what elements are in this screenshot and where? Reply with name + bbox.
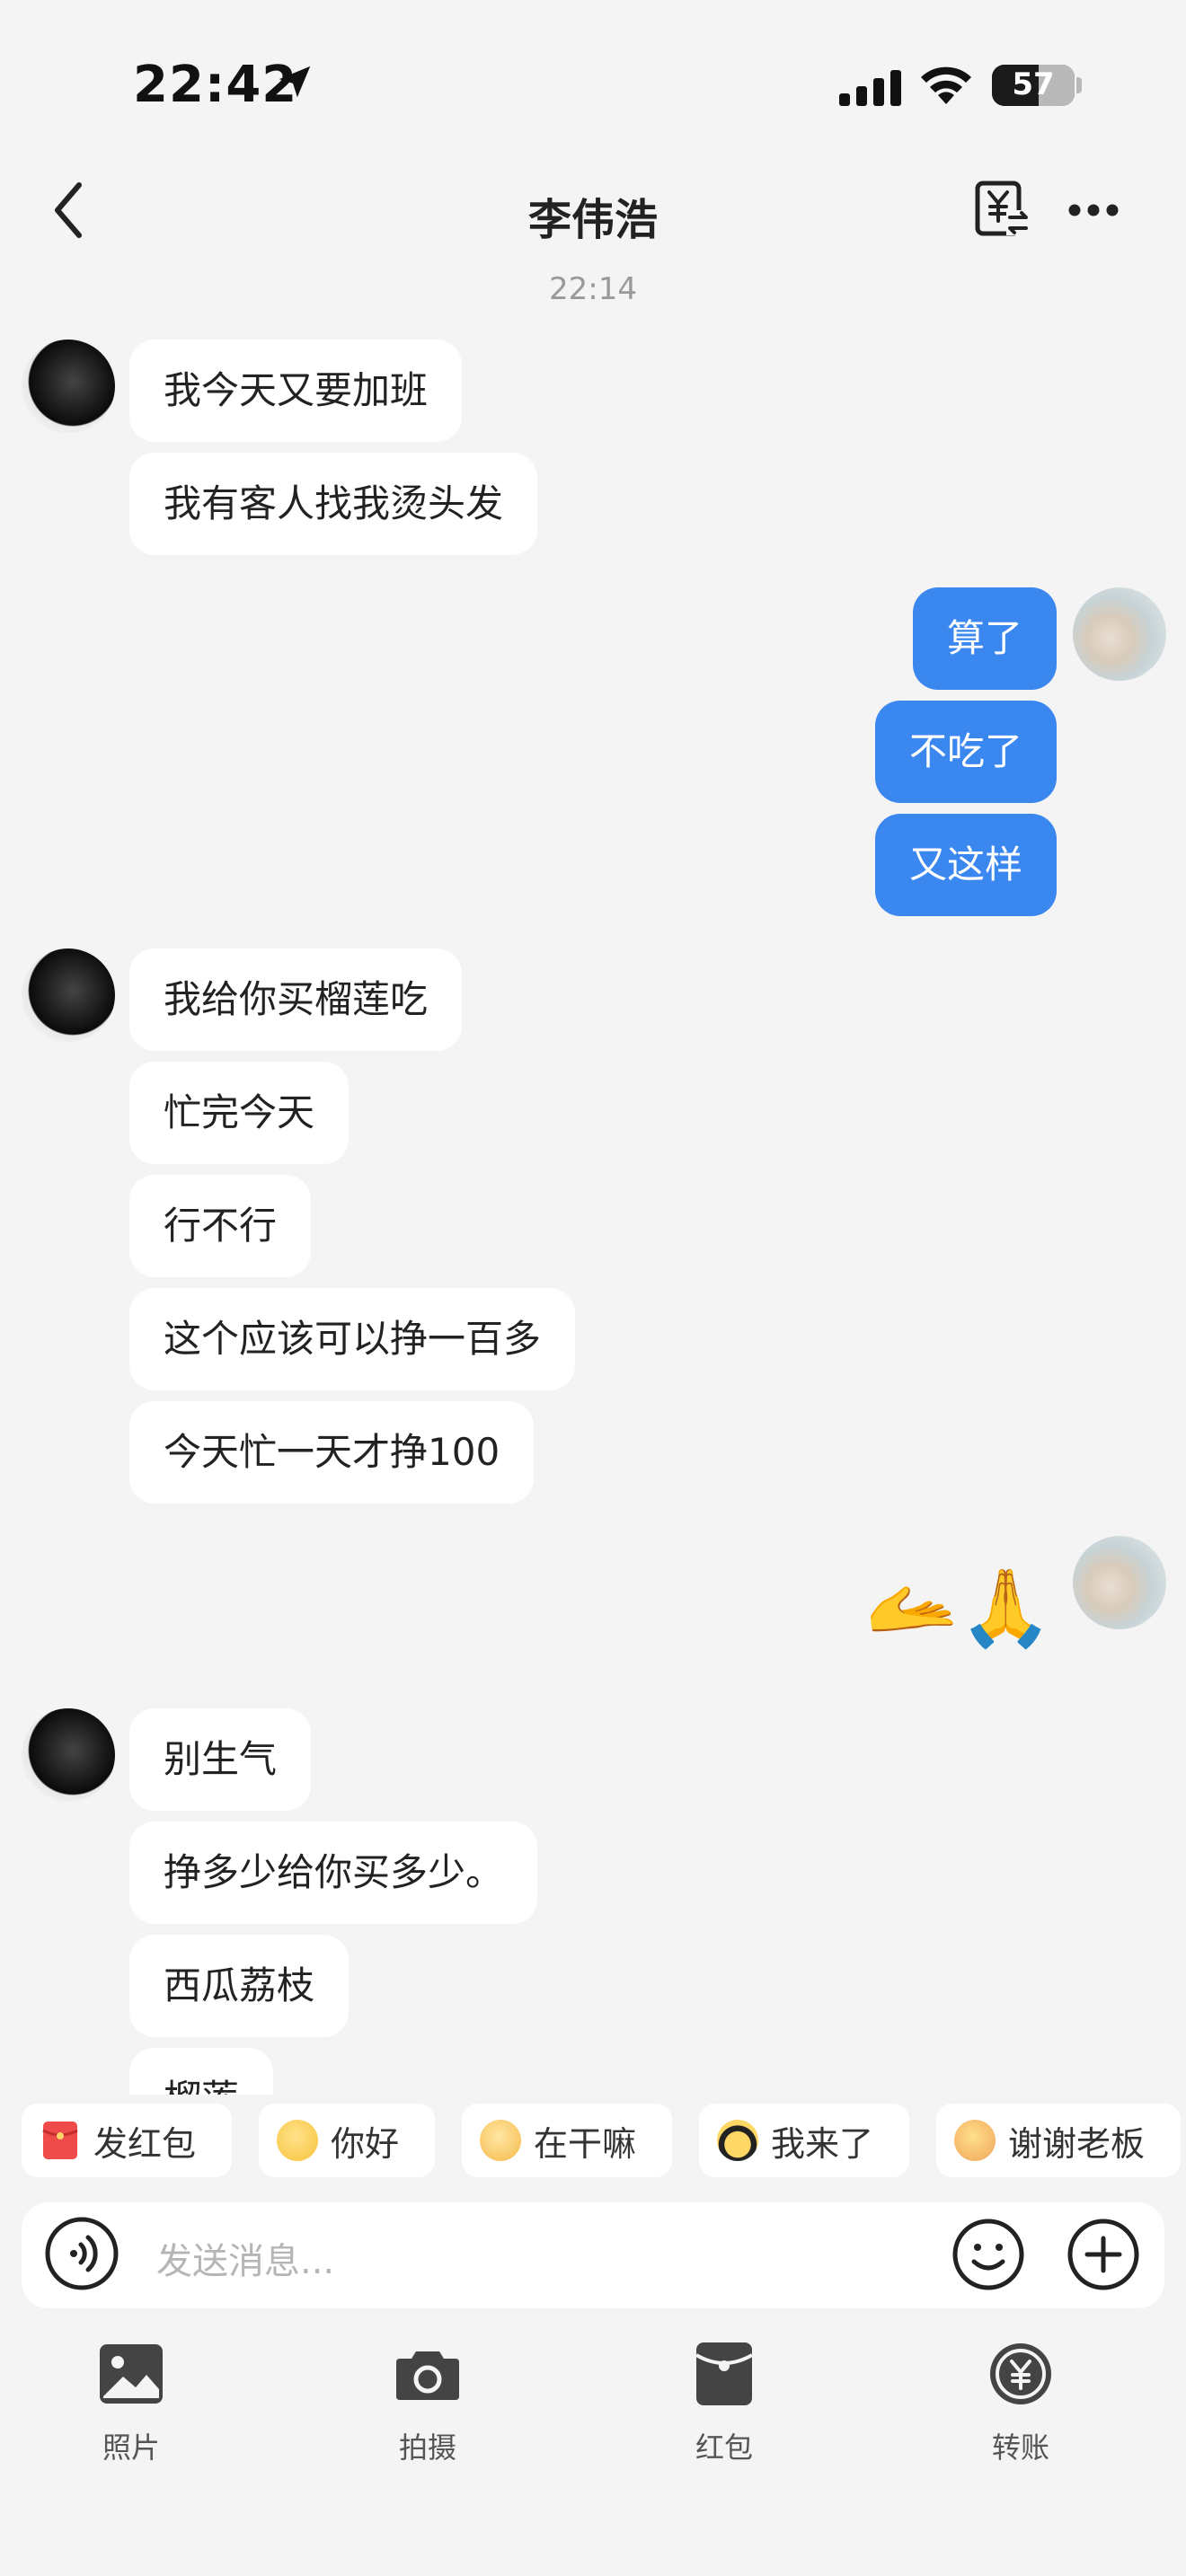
contact-avatar[interactable] <box>22 1708 115 1802</box>
quick-reply-label: 我来了 <box>771 2123 874 2164</box>
chat-timestamp: 22:14 <box>549 271 637 307</box>
incoming-message[interactable]: 挣多少给你买多少。 <box>129 1822 538 1924</box>
incoming-message[interactable]: 行不行 <box>129 1175 312 1277</box>
hello-emoji-icon <box>277 2120 318 2161</box>
tool-label: 转账 <box>991 2430 1049 2465</box>
incoming-message[interactable]: 榴莲 <box>129 2048 274 2095</box>
incoming-message[interactable]: 我有客人找我烫头发 <box>129 453 538 555</box>
quick-reply-label: 在干嘛 <box>534 2123 637 2164</box>
my-avatar[interactable] <box>1073 1536 1166 1629</box>
outgoing-message[interactable]: 算了 <box>912 587 1057 690</box>
voice-icon[interactable] <box>43 2215 120 2292</box>
emoji-icon[interactable] <box>951 2217 1026 2292</box>
tool-transfer[interactable]: 转账 <box>949 2339 1093 2466</box>
quick-reply-what-doing[interactable]: 在干嘛 <box>462 2104 672 2177</box>
quick-reply-red-envelope[interactable]: 发红包 <box>22 2104 232 2177</box>
what-doing-emoji-icon <box>480 2120 521 2161</box>
quick-reply-hello[interactable]: 你好 <box>259 2104 435 2177</box>
quick-reply-thanks-boss[interactable]: 谢谢老板 <box>936 2104 1181 2177</box>
thanks-boss-emoji-icon <box>954 2120 996 2161</box>
quick-reply-label: 你好 <box>331 2123 400 2164</box>
tool-label: 照片 <box>102 2430 160 2465</box>
tool-label: 拍摄 <box>398 2430 456 2465</box>
quick-reply-label: 发红包 <box>93 2123 197 2164</box>
incoming-message[interactable]: 别生气 <box>129 1708 312 1811</box>
tool-camera[interactable]: 拍摄 <box>356 2339 500 2466</box>
red-packet-icon <box>695 2342 754 2405</box>
transfer-icon <box>990 2343 1051 2404</box>
contact-avatar[interactable] <box>22 340 115 433</box>
photo-icon <box>100 2344 163 2404</box>
camera-icon <box>396 2351 459 2400</box>
my-avatar[interactable] <box>1073 587 1166 681</box>
incoming-message[interactable]: 忙完今天 <box>129 1062 350 1164</box>
red-envelope-icon <box>42 2122 78 2159</box>
quick-reply-label: 谢谢老板 <box>1008 2123 1146 2164</box>
quick-reply-bar: 发红包 你好 在干嘛 我来了 谢谢老板 <box>0 2104 1186 2181</box>
outgoing-message[interactable]: 又这样 <box>874 814 1057 916</box>
incoming-message[interactable]: 西瓜荔枝 <box>129 1935 350 2037</box>
message-list[interactable]: 22:14 我今天又要加班 我有客人找我烫头发 算了 不吃了 又这样 我给你买榴… <box>0 0 1186 2095</box>
quick-reply-coming[interactable]: 我来了 <box>699 2104 909 2177</box>
sunglasses-emoji-icon <box>717 2120 758 2161</box>
tool-red-packet[interactable]: 红包 <box>652 2339 796 2466</box>
incoming-message[interactable]: 我给你买榴莲吃 <box>129 948 463 1051</box>
contact-avatar[interactable] <box>22 948 115 1042</box>
outgoing-message[interactable]: 不吃了 <box>874 701 1057 803</box>
incoming-message[interactable]: 我今天又要加班 <box>129 340 463 442</box>
message-input[interactable]: 发送消息... <box>156 2232 334 2284</box>
plus-icon[interactable] <box>1066 2217 1141 2292</box>
tool-photo[interactable]: 照片 <box>59 2339 203 2466</box>
incoming-message[interactable]: 今天忙一天才挣100 <box>129 1401 535 1504</box>
tool-label: 红包 <box>695 2430 753 2465</box>
incoming-message[interactable]: 这个应该可以挣一百多 <box>129 1288 576 1390</box>
outgoing-emoji-message[interactable]: 🫴🙏 <box>865 1563 1053 1653</box>
